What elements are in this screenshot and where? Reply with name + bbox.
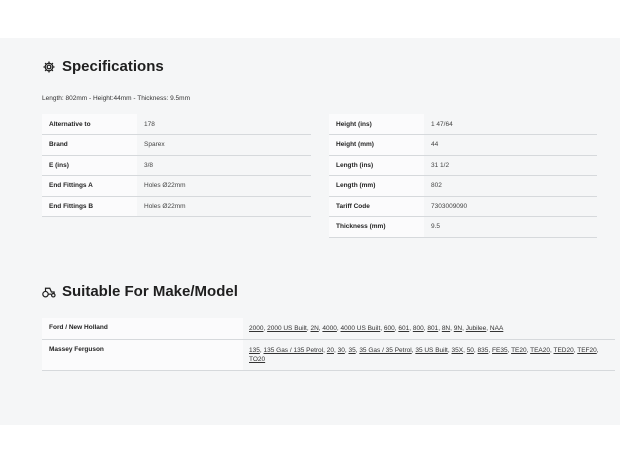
spec-label: Brand xyxy=(42,134,137,156)
spec-row: End Fittings A Holes Ø22mm xyxy=(42,175,311,197)
spec-label: Length (mm) xyxy=(329,175,424,197)
spec-row: Height (ins) 1 47/64 xyxy=(329,114,597,135)
spec-label: Height (ins) xyxy=(329,114,424,135)
model-link[interactable]: 135 xyxy=(249,347,260,354)
spec-value: 9.5 xyxy=(424,216,597,238)
model-list: 2000, 2000 US Built, 2N, 4000, 4000 US B… xyxy=(243,318,615,340)
spec-value: Holes Ø22mm xyxy=(137,175,311,197)
spec-value: Holes Ø22mm xyxy=(137,196,311,217)
suitable-heading: Suitable For Make/Model xyxy=(42,283,238,300)
spec-value: 1 47/64 xyxy=(424,114,597,135)
suitable-title: Suitable For Make/Model xyxy=(62,283,238,300)
spec-label: Alternative to xyxy=(42,114,137,135)
spec-row: Alternative to 178 xyxy=(42,114,311,135)
model-link[interactable]: 35 Gas / 35 Petrol xyxy=(359,347,411,354)
make-label: Ford / New Holland xyxy=(42,318,243,340)
spec-row: Height (mm) 44 xyxy=(329,134,597,156)
model-link[interactable]: TED20 xyxy=(554,347,574,354)
make-label: Massey Ferguson xyxy=(42,339,243,371)
specifications-title: Specifications xyxy=(62,58,164,75)
model-link[interactable]: TEF20 xyxy=(577,347,597,354)
gear-icon xyxy=(42,60,56,74)
spec-label: Thickness (mm) xyxy=(329,216,424,238)
spec-row: End Fittings B Holes Ø22mm xyxy=(42,196,311,217)
spec-value: 3/8 xyxy=(137,155,311,176)
spec-row: Length (mm) 802 xyxy=(329,175,597,197)
model-link[interactable]: TE20 xyxy=(511,347,527,354)
model-link[interactable]: 801 xyxy=(427,325,438,332)
model-link[interactable]: 30 xyxy=(338,347,345,354)
model-link[interactable]: 8N xyxy=(442,325,450,332)
spec-value: 44 xyxy=(424,134,597,156)
spec-row: Brand Sparex xyxy=(42,134,311,156)
spec-label: E (ins) xyxy=(42,155,137,176)
spec-label: End Fittings B xyxy=(42,196,137,217)
model-link[interactable]: 800 xyxy=(413,325,424,332)
model-link[interactable]: 9N xyxy=(454,325,462,332)
spec-row: Thickness (mm) 9.5 xyxy=(329,216,597,238)
spec-table-left: Alternative to 178 Brand Sparex E (ins) 3/8 En… xyxy=(42,114,311,217)
spec-value: 802 xyxy=(424,175,597,197)
model-link[interactable]: 601 xyxy=(398,325,409,332)
spec-value: Sparex xyxy=(137,134,311,156)
model-link[interactable]: 50 xyxy=(467,347,474,354)
model-link[interactable]: FE35 xyxy=(492,347,508,354)
model-link[interactable]: 135 Gas / 135 Petrol xyxy=(263,347,323,354)
spec-label: End Fittings A xyxy=(42,175,137,197)
spec-value: 31 1/2 xyxy=(424,155,597,176)
dimensions-summary: Length: 802mm - Height:44mm - Thickness:… xyxy=(42,95,190,102)
model-list: 135, 135 Gas / 135 Petrol, 20, 30, 35, 3… xyxy=(243,339,615,371)
tractor-icon xyxy=(42,285,56,299)
spec-label: Length (ins) xyxy=(329,155,424,176)
model-link[interactable]: 35 US Built xyxy=(415,347,448,354)
spec-value: 7303009090 xyxy=(424,196,597,217)
model-link[interactable]: 2N xyxy=(310,325,318,332)
spec-label: Tariff Code xyxy=(329,196,424,217)
specifications-heading: Specifications xyxy=(42,58,164,75)
fitment-row: Massey Ferguson 135, 135 Gas / 135 Petrol… xyxy=(42,339,615,371)
model-link[interactable]: NAA xyxy=(490,325,503,332)
model-link[interactable]: TO20 xyxy=(249,356,265,363)
spec-value: 178 xyxy=(137,114,311,135)
fitment-row: Ford / New Holland 2000, 2000 US Built, 2… xyxy=(42,318,615,340)
model-link[interactable]: 2000 US Built xyxy=(267,325,307,332)
spec-table-right: Height (ins) 1 47/64 Height (mm) 44 Length (… xyxy=(329,114,597,238)
spec-row: E (ins) 3/8 xyxy=(42,155,311,176)
model-link[interactable]: 20 xyxy=(327,347,334,354)
model-link[interactable]: 35X xyxy=(451,347,463,354)
model-link[interactable]: Jubilee xyxy=(466,325,487,332)
model-link[interactable]: 35 xyxy=(348,347,355,354)
model-link[interactable]: 2000 xyxy=(249,325,263,332)
model-link[interactable]: TEA20 xyxy=(530,347,550,354)
spec-row: Length (ins) 31 1/2 xyxy=(329,155,597,176)
fitment-table: Ford / New Holland 2000, 2000 US Built, 2… xyxy=(42,318,615,371)
spec-row: Tariff Code 7303009090 xyxy=(329,196,597,217)
model-link[interactable]: 600 xyxy=(384,325,395,332)
model-link[interactable]: 4000 US Built xyxy=(341,325,381,332)
model-link[interactable]: 835 xyxy=(478,347,489,354)
model-link[interactable]: 4000 xyxy=(322,325,336,332)
spec-label: Height (mm) xyxy=(329,134,424,156)
